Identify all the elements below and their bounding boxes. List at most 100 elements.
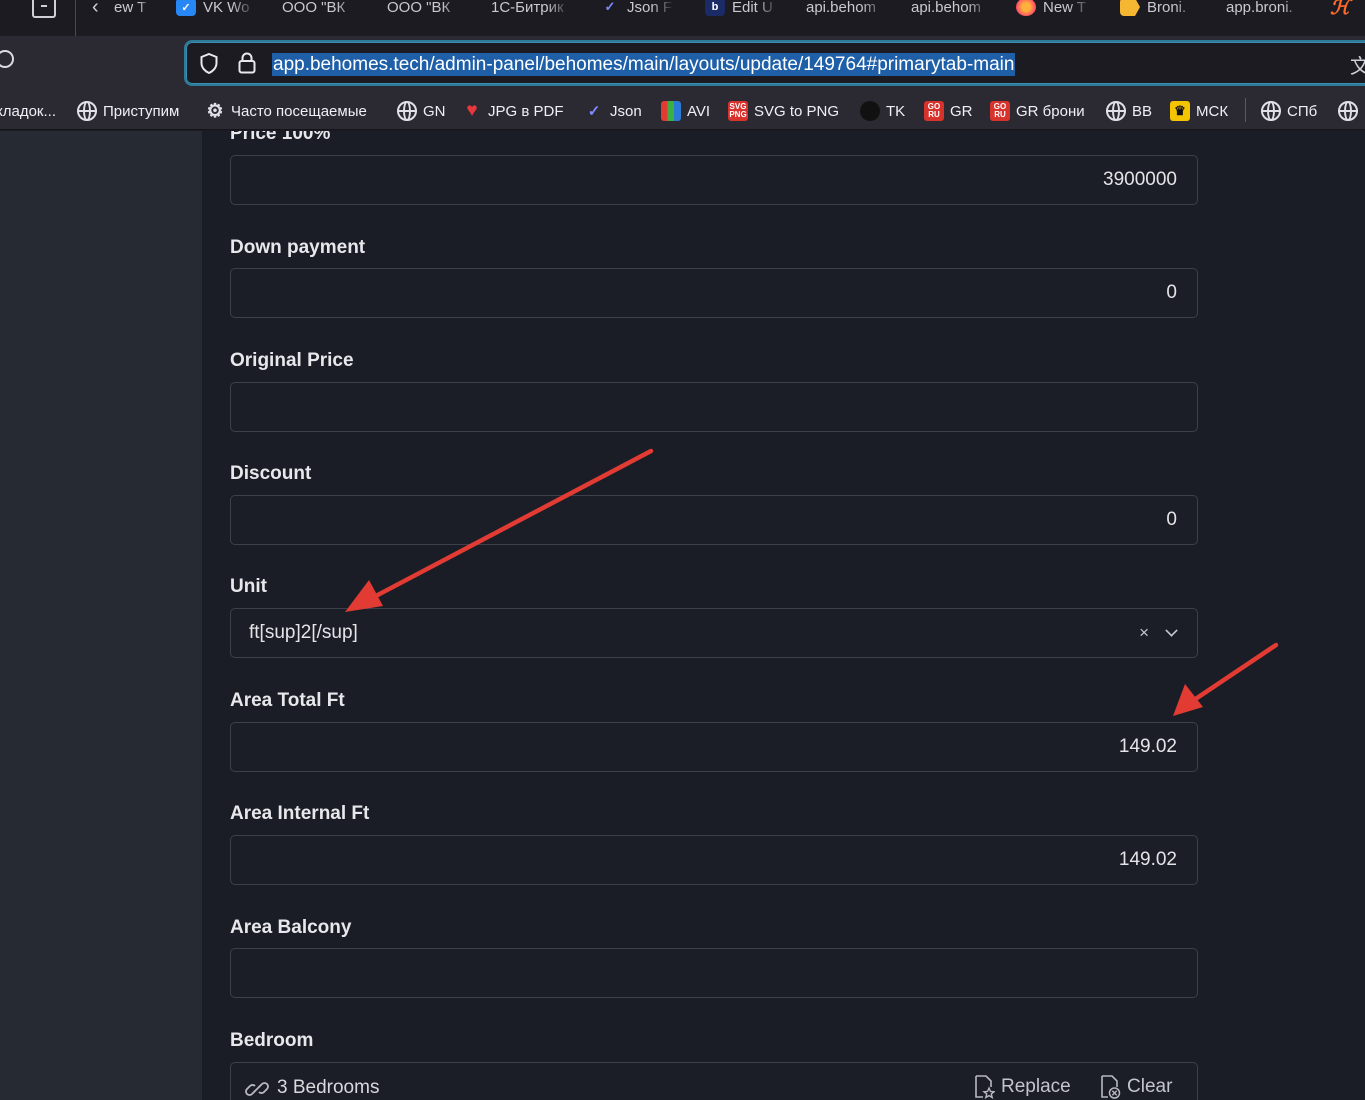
chart-icon: [661, 101, 681, 121]
bookmark-item[interactable]: ⚙ Часто посещаемые: [205, 100, 367, 122]
price-input[interactable]: 3900000: [230, 155, 1198, 205]
price-label: Price 100%: [230, 131, 331, 144]
area-total-label: Area Total Ft: [230, 690, 345, 711]
globe-icon: [1261, 101, 1281, 121]
tab-item[interactable]: app.broni.: [1226, 0, 1306, 17]
crown-icon: ♛: [1170, 101, 1190, 121]
tab-strip: ‹ ew T ✓ VK Wo ООО "ВК ООО "ВК 1С-Битрик…: [0, 0, 1365, 36]
tab-label: ew T: [114, 0, 147, 16]
tab-item[interactable]: ✓ Json F: [600, 0, 674, 17]
tab-item[interactable]: b Edit U: [705, 0, 779, 17]
bedroom-value[interactable]: 3 Bedrooms: [277, 1077, 379, 1099]
bookmark-item[interactable]: AVI: [661, 100, 710, 122]
admin-sidebar: [0, 131, 202, 1100]
unit-select[interactable]: ft[sup]2[/sup] ×: [230, 608, 1198, 658]
globe-icon: [397, 101, 417, 121]
circle-icon: [860, 101, 880, 121]
bookmark-item[interactable]: Приступим: [77, 100, 179, 122]
area-internal-label: Area Internal Ft: [230, 803, 370, 824]
link-icon: [245, 1082, 269, 1096]
bookmark-item[interactable]: [1338, 100, 1364, 122]
bookmark-label: GR брони: [1016, 102, 1085, 120]
bookmark-label: GR: [950, 102, 973, 120]
bookmark-item[interactable]: TK: [860, 100, 905, 122]
url-text[interactable]: app.behomes.tech/admin-panel/behomes/mai…: [272, 53, 1016, 76]
clear-icon[interactable]: ×: [1139, 623, 1149, 643]
tab-item[interactable]: api.behom: [911, 0, 991, 17]
bookmark-item[interactable]: ♥ JPG в PDF: [462, 100, 563, 122]
tab-label: api.behom: [806, 0, 877, 16]
bookmark-item[interactable]: GO RU GR: [924, 100, 973, 122]
bookmark-item[interactable]: BB: [1106, 100, 1152, 122]
heart-icon: ♥: [466, 100, 478, 121]
bookmark-item[interactable]: кладок...: [0, 100, 56, 122]
lock-icon[interactable]: [238, 52, 256, 74]
tab-label: ООО "ВК: [387, 0, 451, 16]
tab-item[interactable]: Broni.: [1120, 0, 1198, 17]
tab-item-favicon-only[interactable]: ℋ: [1330, 0, 1365, 17]
tab-item[interactable]: ООО "ВК: [282, 0, 360, 17]
bedroom-relation-field: 3 Bedrooms Replace Clear: [230, 1062, 1198, 1100]
bookmark-label: Json: [610, 102, 642, 120]
bookmark-separator: [1245, 98, 1246, 122]
tab-label: VK Wo: [203, 0, 250, 16]
address-bar[interactable]: app.behomes.tech/admin-panel/behomes/mai…: [184, 40, 1365, 86]
tab-label: Broni.: [1147, 0, 1187, 16]
tab-item[interactable]: ООО "ВК: [387, 0, 465, 17]
tab-item[interactable]: New T: [1016, 0, 1092, 17]
translate-icon[interactable]: 文: [1350, 50, 1365, 79]
tab-label: New T: [1043, 0, 1087, 16]
clear-button[interactable]: Clear: [1099, 1075, 1172, 1099]
area-balcony-input[interactable]: [230, 948, 1198, 998]
reload-icon[interactable]: [0, 50, 14, 68]
original-price-label: Original Price: [230, 350, 354, 371]
tab-item[interactable]: api.behom: [806, 0, 886, 17]
bookmark-item[interactable]: СПб: [1261, 100, 1317, 122]
bookmark-item[interactable]: ✓ Json: [584, 100, 642, 122]
vk-workspace-icon: ✓: [176, 0, 196, 16]
chevron-down-icon[interactable]: [1165, 624, 1178, 637]
bookmark-item[interactable]: ♛ МСК: [1170, 100, 1228, 122]
bookmark-item[interactable]: GO RU GR брони: [990, 100, 1085, 122]
area-total-input[interactable]: 149.02: [230, 722, 1198, 772]
check-icon: ✓: [587, 103, 601, 120]
page-content: Price 100% 3900000 Down payment 0 Origin…: [0, 131, 1365, 1100]
bookmark-label: JPG в PDF: [488, 102, 564, 120]
replace-button[interactable]: Replace: [973, 1075, 1071, 1099]
h-logo-icon: ℋ: [1330, 0, 1350, 17]
discount-input[interactable]: 0: [230, 495, 1198, 545]
tab-item[interactable]: ew T: [114, 0, 150, 17]
goru-icon: GO RU: [990, 101, 1010, 121]
tab-label: 1С-Битрик: [491, 0, 564, 16]
down-payment-input[interactable]: 0: [230, 268, 1198, 318]
globe-icon: [1106, 101, 1126, 121]
tab-divider: [75, 0, 76, 36]
bookmarks-toolbar: кладок... Приступим ⚙ Часто посещаемые G…: [0, 90, 1365, 130]
bookmark-label: Приступим: [103, 102, 180, 120]
bookmark-label: BB: [1132, 102, 1153, 120]
sidebar-toggle-icon[interactable]: [32, 0, 56, 18]
document-star-icon: [975, 1075, 995, 1099]
tag-icon: [1120, 0, 1140, 16]
tab-label: app.broni.: [1226, 0, 1293, 16]
area-internal-input[interactable]: 149.02: [230, 835, 1198, 885]
bookmark-label: Часто посещаемые: [231, 102, 367, 120]
unit-label: Unit: [230, 576, 267, 597]
edit-icon: b: [705, 0, 725, 16]
tab-label: api.behom: [911, 0, 982, 16]
bookmark-item[interactable]: SVG PNG SVG to PNG: [728, 100, 839, 122]
shield-icon[interactable]: [200, 53, 218, 74]
bookmark-label: AVI: [687, 102, 711, 120]
bookmark-label: МСК: [1196, 102, 1229, 120]
tab-item[interactable]: ✓ VK Wo: [176, 0, 256, 17]
bedroom-label: Bedroom: [230, 1030, 314, 1051]
bookmark-item[interactable]: GN: [397, 100, 446, 122]
area-balcony-label: Area Balcony: [230, 917, 352, 938]
bookmark-label: СПб: [1287, 102, 1318, 120]
original-price-input[interactable]: [230, 382, 1198, 432]
tab-label: Json F: [627, 0, 673, 16]
svg-png-icon: SVG PNG: [728, 101, 748, 121]
tab-scroll-left-icon[interactable]: ‹: [92, 0, 99, 19]
tab-item[interactable]: 1С-Битрик: [491, 0, 571, 17]
gear-icon: ⚙: [206, 100, 224, 122]
